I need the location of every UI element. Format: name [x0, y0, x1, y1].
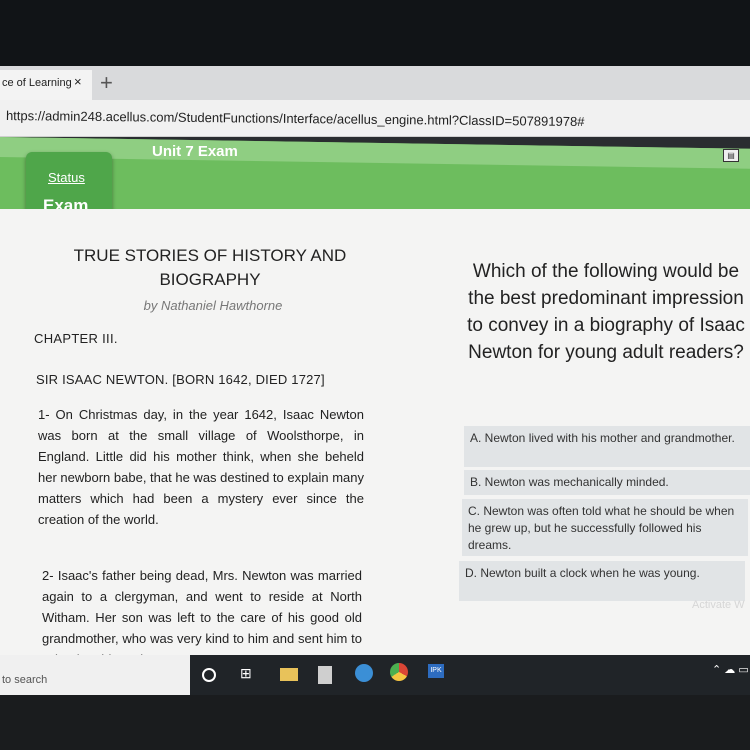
calculator-icon[interactable]: ▤ [723, 149, 739, 162]
task-view-icon[interactable]: ⊞ [240, 665, 258, 683]
taskbar-search-text[interactable]: to search [2, 674, 47, 686]
answer-option-a[interactable]: A. Newton lived with his mother and gran… [464, 426, 750, 467]
exam-title: Unit 7 Exam [152, 143, 238, 160]
monitor-bezel-top [0, 0, 750, 66]
status-link[interactable]: Status [48, 170, 85, 185]
edge-icon[interactable] [355, 664, 373, 682]
store-icon[interactable] [318, 666, 332, 684]
answer-option-b[interactable]: B. Newton was mechanically minded. [464, 470, 750, 495]
chapter-heading: CHAPTER III. [34, 331, 118, 346]
passage-title: TRUE STORIES OF HISTORY AND BIOGRAPHY [40, 244, 380, 292]
subject-heading: SIR ISAAC NEWTON. [BORN 1642, DIED 1727] [36, 372, 325, 387]
close-icon[interactable]: × [74, 74, 82, 89]
activation-watermark: Activate W [692, 599, 745, 611]
chevron-up-icon[interactable]: ⌃ [712, 664, 721, 676]
passage-title-line2: BIOGRAPHY [159, 270, 261, 289]
monitor-bezel-bottom [0, 695, 750, 750]
answer-option-d[interactable]: D. Newton built a clock when he was youn… [459, 561, 745, 601]
network-icon[interactable]: ▭ [738, 664, 748, 676]
cloud-icon[interactable]: ☁ [724, 664, 735, 676]
system-tray[interactable]: ⌃ ☁ ▭ [712, 663, 749, 676]
question-text: Which of the following would be the best… [467, 261, 745, 363]
browser-tab-title: ce of Learning [2, 77, 72, 89]
screen: ce of Learning × + https://admin248.acel… [0, 0, 750, 750]
passage-author: by Nathaniel Hawthorne [143, 298, 283, 313]
app-icon[interactable]: IPK [428, 664, 444, 678]
new-tab-button[interactable]: + [100, 72, 113, 94]
answer-option-c[interactable]: C. Newton was often told what he should … [462, 499, 748, 556]
paragraph-1: 1- On Christmas day, in the year 1642, I… [38, 407, 364, 527]
chrome-icon[interactable] [390, 663, 408, 681]
file-explorer-icon[interactable] [280, 668, 298, 681]
passage-title-line1: TRUE STORIES OF HISTORY AND [73, 246, 347, 265]
cortana-icon[interactable] [202, 668, 216, 682]
